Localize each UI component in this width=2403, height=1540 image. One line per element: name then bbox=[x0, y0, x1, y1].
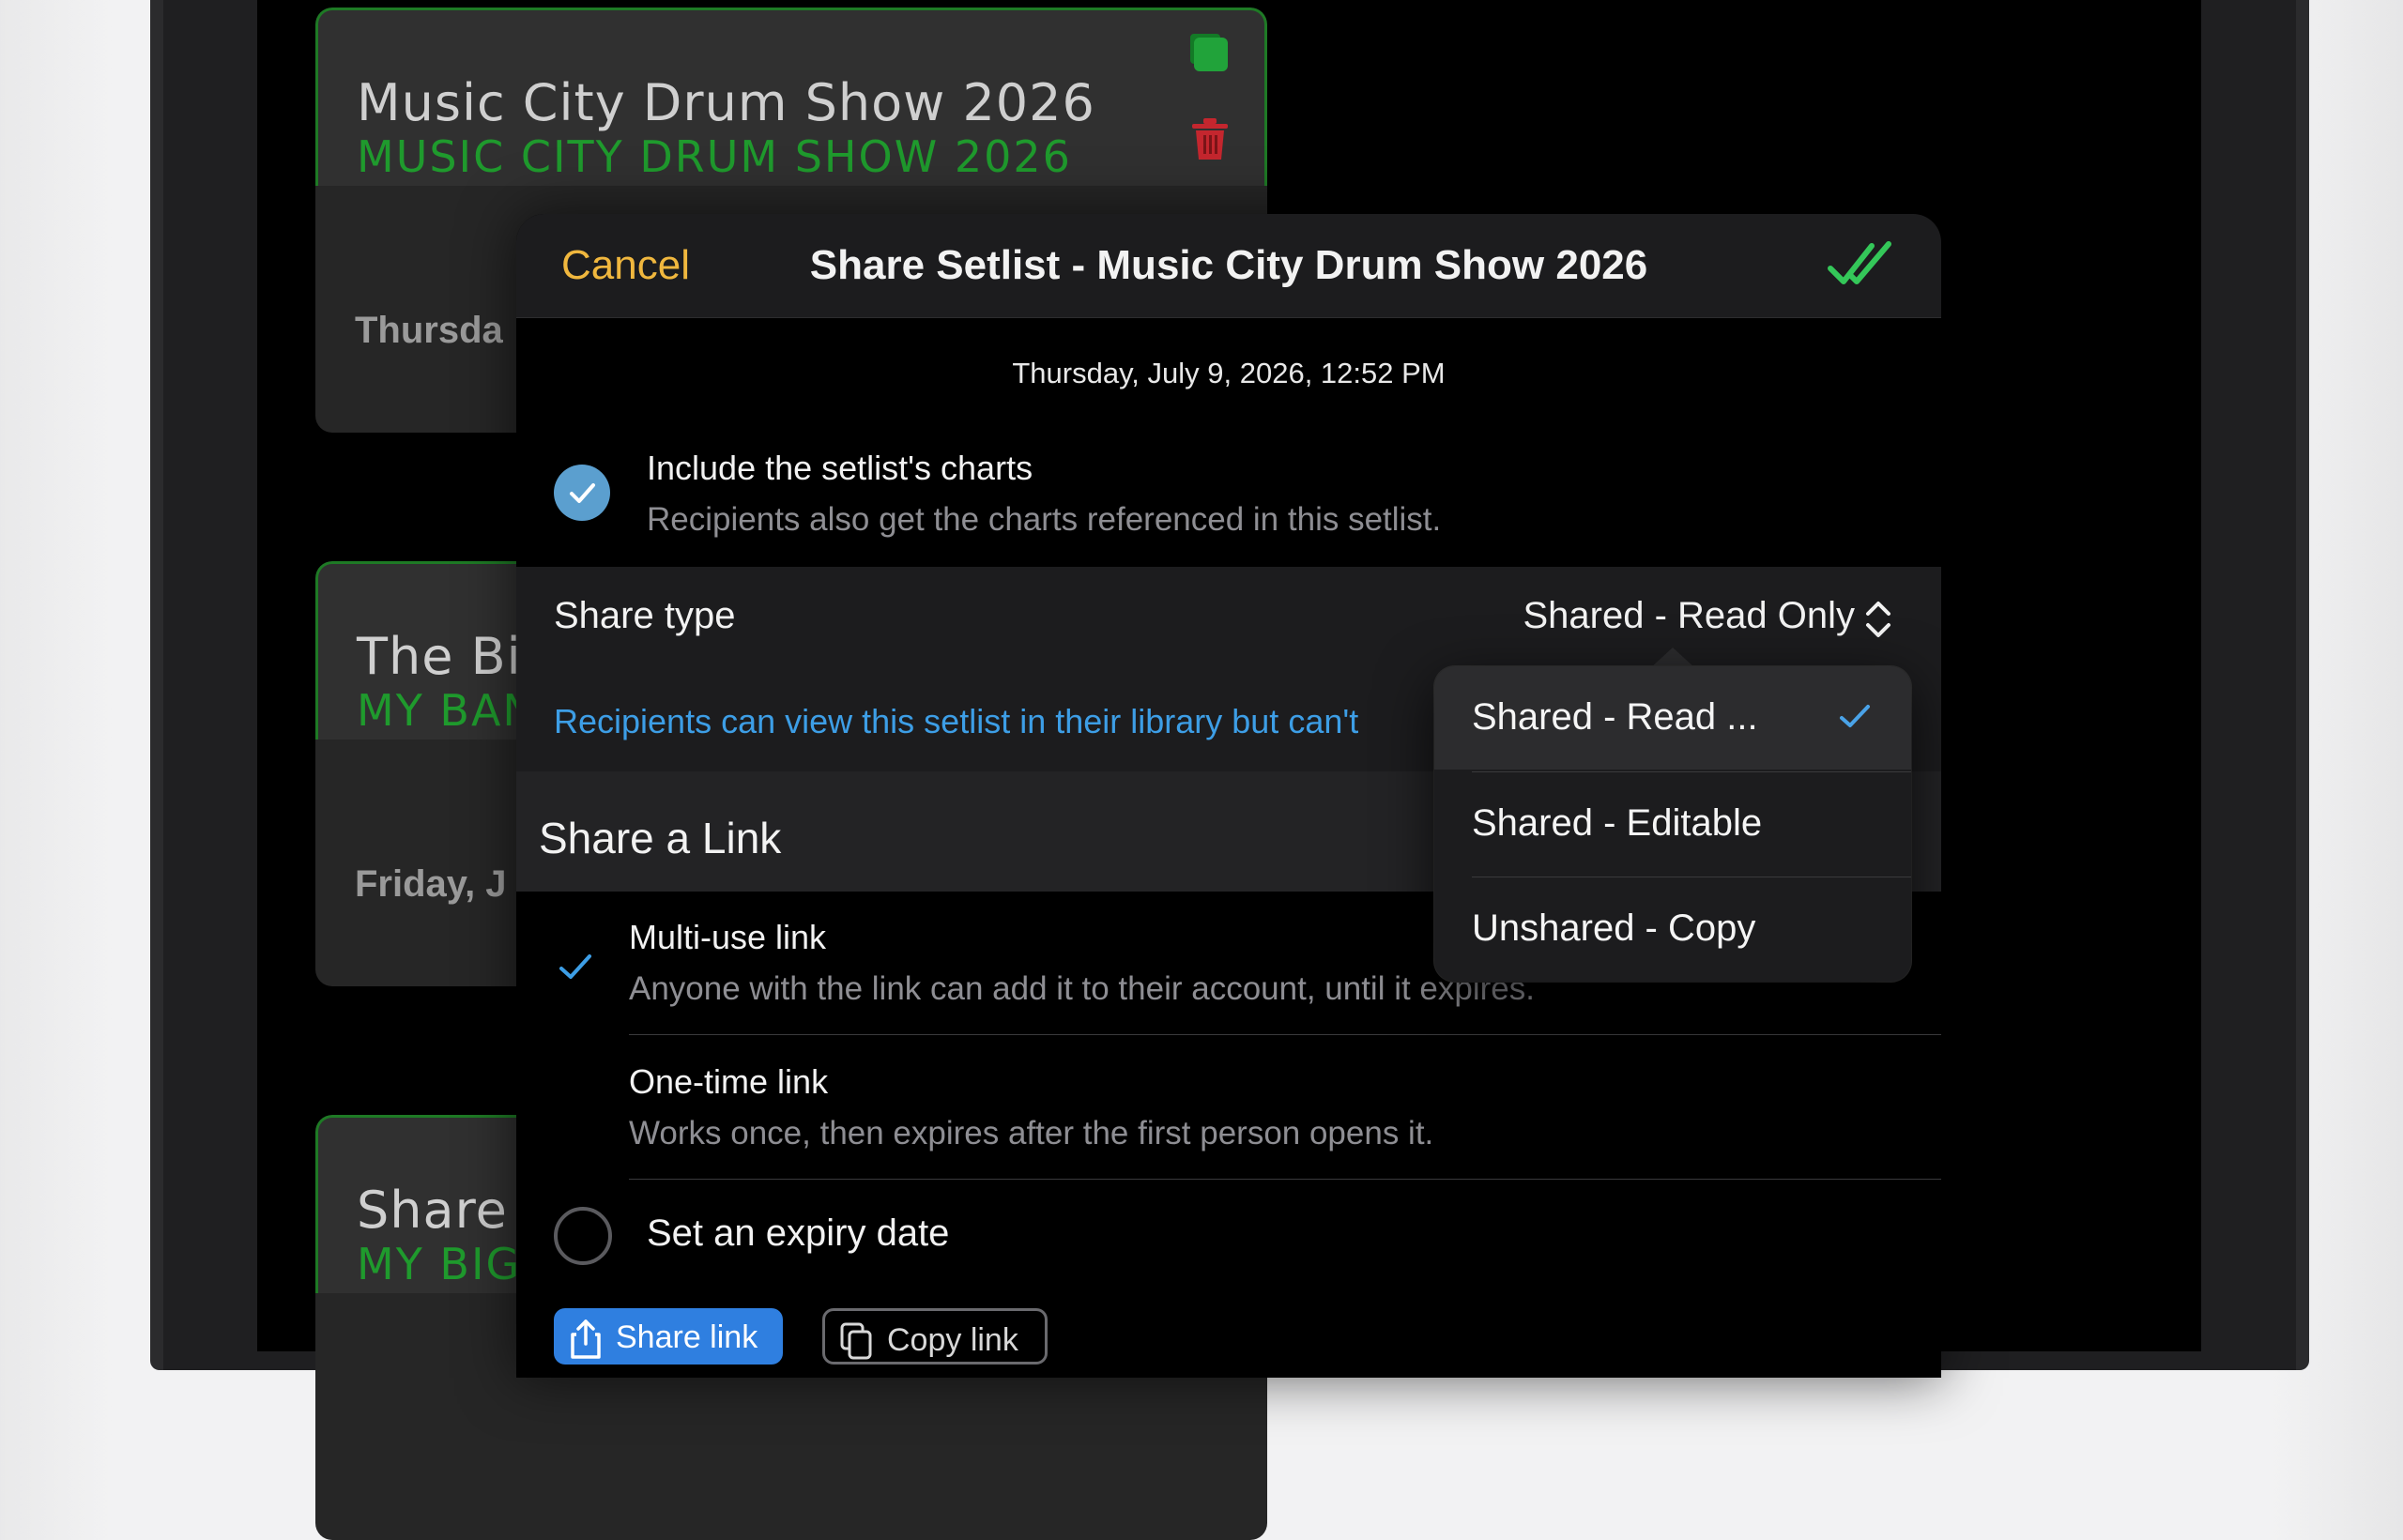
one-time-link-subtitle: Works once, then expires after the first… bbox=[629, 1115, 1434, 1151]
menu-item-unshared-copy[interactable]: Unshared - Copy bbox=[1434, 877, 1911, 981]
trash-icon[interactable] bbox=[1190, 118, 1230, 161]
share-link-label: Share link bbox=[616, 1319, 758, 1355]
setlist-card-subtitle: MY BIG bbox=[357, 1239, 522, 1289]
copy-link-label: Copy link bbox=[887, 1322, 1018, 1358]
section-title: Share a Link bbox=[539, 814, 782, 862]
modal-header: Cancel Share Setlist - Music City Drum S… bbox=[516, 214, 1941, 318]
menu-item-label: Shared - Read ... bbox=[1472, 696, 1758, 738]
checkmark-icon bbox=[570, 483, 595, 503]
menu-item-label: Shared - Editable bbox=[1472, 802, 1763, 844]
setlist-card-date: Thursda bbox=[355, 310, 503, 351]
modal-title: Share Setlist - Music City Drum Show 202… bbox=[809, 242, 1648, 288]
include-charts-checkbox[interactable] bbox=[554, 465, 610, 521]
include-charts-subtitle: Recipients also get the charts reference… bbox=[647, 501, 1442, 538]
copy-link-button[interactable]: Copy link bbox=[822, 1308, 1048, 1365]
expiry-date-radio[interactable] bbox=[554, 1207, 612, 1265]
multi-use-link-subtitle: Anyone with the link can add it to their… bbox=[629, 970, 1535, 1007]
divider bbox=[629, 1034, 1941, 1035]
setlist-card-subtitle: MUSIC CITY DRUM SHOW 2026 bbox=[357, 131, 1072, 182]
divider bbox=[629, 1179, 1941, 1180]
setlist-card-title: The Bi bbox=[357, 627, 522, 686]
share-type-label: Share type bbox=[554, 595, 736, 636]
multi-use-link-option[interactable]: Multi-use link bbox=[629, 918, 826, 957]
include-charts-title: Include the setlist's charts bbox=[647, 449, 1033, 487]
menu-item-label: Unshared - Copy bbox=[1472, 907, 1756, 949]
popover-arrow bbox=[1650, 648, 1695, 668]
share-type-menu: Shared - Read ... Shared - Editable Unsh… bbox=[1434, 666, 1911, 982]
setlist-card-date: Friday, J bbox=[355, 863, 507, 905]
share-timestamp: Thursday, July 9, 2026, 12:52 PM bbox=[1012, 357, 1446, 389]
setlist-card-title: Music City Drum Show 2026 bbox=[357, 73, 1095, 132]
double-checkmark-icon[interactable] bbox=[1827, 238, 1894, 291]
share-type-row[interactable]: Share type Shared - Read Only bbox=[516, 567, 1941, 670]
checkmark-icon bbox=[1840, 705, 1870, 727]
share-type-description: Recipients can view this setlist in thei… bbox=[554, 702, 1359, 740]
copy-icon bbox=[840, 1322, 872, 1360]
expiry-date-label: Set an expiry date bbox=[647, 1212, 950, 1254]
one-time-link-option[interactable]: One-time link bbox=[629, 1062, 828, 1102]
share-link-button[interactable]: Share link bbox=[554, 1308, 783, 1365]
menu-item-shared-read-only[interactable]: Shared - Read ... bbox=[1434, 666, 1911, 770]
checkmark-icon bbox=[559, 954, 591, 979]
share-type-value[interactable]: Shared - Read Only bbox=[1523, 595, 1855, 637]
menu-item-shared-editable[interactable]: Shared - Editable bbox=[1434, 772, 1911, 876]
share-icon bbox=[571, 1319, 601, 1359]
chevron-updown-icon[interactable] bbox=[1862, 599, 1894, 640]
share-status-icon[interactable] bbox=[1194, 38, 1228, 71]
setlist-card-subtitle: MY BAN bbox=[357, 685, 537, 736]
